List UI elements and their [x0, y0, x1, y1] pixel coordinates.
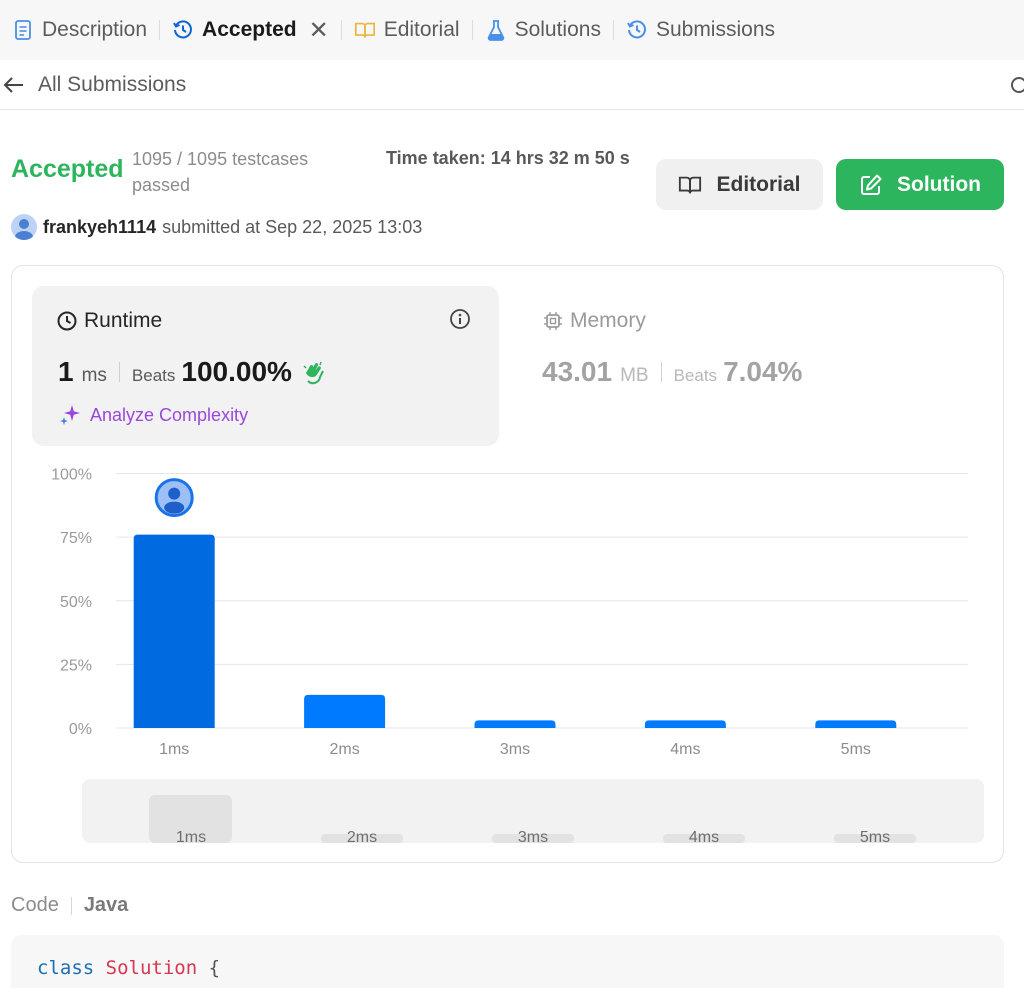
tab-solutions[interactable]: Solutions	[479, 0, 607, 60]
chart-xtick-label: 2ms	[329, 741, 359, 758]
avatar[interactable]	[11, 214, 37, 240]
tab-description[interactable]: Description	[6, 0, 153, 60]
stats-card: Runtime 1 ms Beats 100.00% Analyze Compl…	[11, 265, 1004, 863]
submitter-info: frankyeh1114 submitted at Sep 22, 2025 1…	[11, 213, 422, 241]
navigator-label: 3ms	[518, 829, 548, 846]
chart-ytick-label: 100%	[51, 467, 92, 484]
editorial-button-label: Editorial	[716, 172, 801, 196]
solution-button-label: Solution	[897, 172, 981, 196]
runtime-distribution-chart: 100% 75% 50% 25% 0% 1ms 2ms 3ms 4ms 5ms 1ms 2ms 3ms 4…	[51, 467, 984, 846]
code-block: class Solution {	[11, 935, 1004, 988]
tab-submissions-label: Submissions	[655, 18, 776, 41]
tab-editorial[interactable]: Editorial	[348, 0, 466, 60]
chart-xtick-label: 3ms	[500, 741, 530, 758]
tab-accepted-label: Accepted	[202, 18, 297, 41]
navigator-label: 1ms	[176, 829, 206, 846]
chart-bar	[304, 694, 386, 728]
all-submissions-link[interactable]: All Submissions	[38, 73, 186, 97]
user-avatar-body	[164, 501, 185, 514]
back-arrow-icon[interactable]	[2, 73, 26, 97]
code-brace: {	[208, 957, 221, 979]
code-tab[interactable]: Code	[11, 894, 59, 917]
status-accepted: Accepted	[11, 155, 124, 183]
history-icon	[626, 19, 648, 41]
chart-xtick-label: 1ms	[159, 741, 189, 758]
editorial-button[interactable]: Editorial	[656, 159, 823, 210]
chart-bar	[815, 720, 897, 728]
code-divider	[70, 896, 72, 915]
chart-bar	[133, 534, 215, 728]
history-icon	[172, 19, 194, 41]
solution-button[interactable]: Solution	[836, 159, 1004, 210]
tab-divider	[340, 20, 342, 40]
chart-ytick-label: 25%	[60, 657, 92, 674]
book-icon	[678, 173, 702, 197]
testcases-passed: 1095 / 1095 testcases passed	[132, 149, 309, 195]
chart-ytick-label: 50%	[60, 594, 92, 611]
language-label: Java	[83, 894, 129, 916]
submitted-at: submitted at Sep 22, 2025 13:03	[162, 216, 423, 237]
tab-divider	[471, 20, 473, 40]
code-keyword: class	[37, 957, 95, 979]
flask-icon	[485, 19, 507, 41]
edit-icon	[859, 173, 883, 197]
tab-description-label: Description	[42, 18, 148, 41]
close-icon[interactable]: ✕	[309, 16, 329, 45]
tab-solutions-label: Solutions	[514, 18, 601, 41]
description-icon	[12, 19, 34, 41]
tab-bar: Description Accepted ✕ Editorial Solutio…	[0, 0, 1024, 60]
time-taken: Time taken: 14 hrs 32 m 50 s	[386, 148, 630, 168]
code-header: Code Java	[11, 894, 128, 917]
navigator-label: 2ms	[347, 829, 377, 846]
submission-header-bar: All Submissions	[0, 60, 1024, 110]
username-link[interactable]: frankyeh1114	[43, 217, 156, 238]
user-avatar-head	[168, 487, 181, 500]
tab-accepted[interactable]: Accepted ✕	[166, 0, 335, 60]
chart-bar	[644, 720, 726, 728]
chart-xtick-label: 4ms	[670, 741, 700, 758]
chart-bar	[474, 720, 556, 728]
code-line: class Solution {	[37, 957, 220, 979]
tab-divider	[159, 20, 161, 40]
chart-ytick-label: 75%	[60, 530, 92, 547]
code-class-name: Solution	[105, 957, 198, 979]
navigator-label: 5ms	[860, 829, 890, 846]
link-icon[interactable]	[1008, 74, 1024, 96]
navigator-label: 4ms	[689, 829, 719, 846]
chart-ytick-label: 0%	[69, 721, 92, 738]
chart-xtick-label: 5ms	[841, 741, 871, 758]
book-icon	[354, 19, 376, 41]
tab-editorial-label: Editorial	[383, 18, 460, 41]
tab-divider	[612, 20, 614, 40]
tab-submissions[interactable]: Submissions	[620, 0, 781, 60]
